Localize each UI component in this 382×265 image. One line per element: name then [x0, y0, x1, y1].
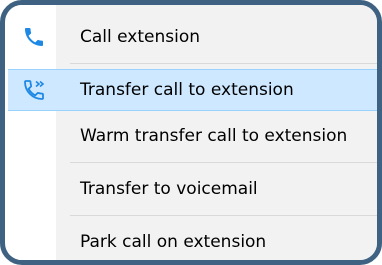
menu-item-transfer-to-voicemail[interactable]: Transfer to voicemail — [8, 168, 377, 210]
menu-item-call-extension[interactable]: Call extension — [8, 16, 377, 58]
phone-icon — [22, 25, 46, 49]
menu-separator — [70, 63, 377, 64]
menu-item-label: Warm transfer call to extension — [80, 126, 348, 146]
menu-item-warm-transfer-call-to-extension[interactable]: Warm transfer call to extension — [8, 115, 377, 157]
screenshot-frame: Call extension Transfer call to extensio… — [0, 0, 382, 265]
menu-separator — [70, 215, 377, 216]
menu-item-label: Park call on extension — [80, 232, 267, 252]
menu-item-label: Transfer to voicemail — [80, 179, 258, 199]
menu-item-transfer-call-to-extension[interactable]: Transfer call to extension — [8, 69, 377, 111]
context-menu: Call extension Transfer call to extensio… — [8, 5, 377, 260]
menu-item-park-call-on-extension[interactable]: Park call on extension — [8, 221, 377, 260]
phone-transfer-icon — [22, 78, 46, 102]
menu-item-label: Transfer call to extension — [80, 80, 294, 100]
menu-separator — [70, 162, 377, 163]
menu-item-label: Call extension — [80, 27, 201, 47]
